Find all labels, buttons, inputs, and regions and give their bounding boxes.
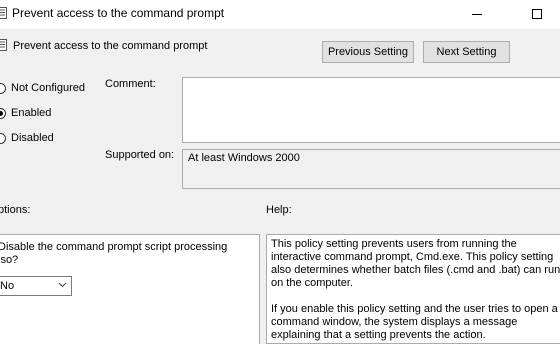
title-bar: Prevent access to the command prompt: [0, 0, 560, 29]
supported-on-label: Supported on:: [105, 149, 175, 161]
radio-button[interactable]: [0, 133, 6, 144]
options-label: ptions:: [0, 204, 31, 216]
radio-button[interactable]: [0, 83, 6, 94]
radio-label: Not Configured: [11, 82, 85, 94]
setting-title: Prevent access to the command prompt: [13, 40, 208, 52]
radio-label: Enabled: [11, 107, 52, 119]
script-processing-select[interactable]: No: [0, 276, 72, 296]
supported-on-field: At least Windows 2000: [182, 149, 560, 189]
policy-document-icon: [0, 39, 7, 51]
help-panel: This policy setting prevents users from …: [266, 234, 560, 344]
help-paragraph: If you enable this policy setting and th…: [271, 303, 558, 341]
chevron-down-icon: [58, 280, 67, 289]
radio-label: Disabled: [11, 132, 54, 144]
option-question: Disable the command prompt script proces…: [0, 241, 238, 267]
maximize-button[interactable]: [514, 0, 560, 29]
option-question-line: lso?: [0, 254, 19, 266]
policy-document-icon: [0, 7, 7, 19]
radio-button[interactable]: [0, 108, 6, 119]
comment-textarea[interactable]: [182, 77, 560, 143]
minimize-icon: [472, 14, 482, 15]
window-title: Prevent access to the command prompt: [12, 6, 225, 20]
maximize-icon: [532, 9, 542, 19]
help-paragraph: This policy setting prevents users from …: [271, 238, 560, 289]
previous-setting-button[interactable]: Previous Setting: [322, 41, 414, 63]
select-value: No: [0, 280, 15, 292]
comment-label: Comment:: [105, 78, 156, 90]
options-panel: Disable the command prompt script proces…: [0, 234, 260, 344]
help-label: Help:: [266, 204, 292, 216]
minimize-button[interactable]: [456, 0, 502, 29]
option-question-line: Disable the command prompt script proces…: [0, 241, 228, 253]
next-setting-button[interactable]: Next Setting: [423, 41, 510, 63]
